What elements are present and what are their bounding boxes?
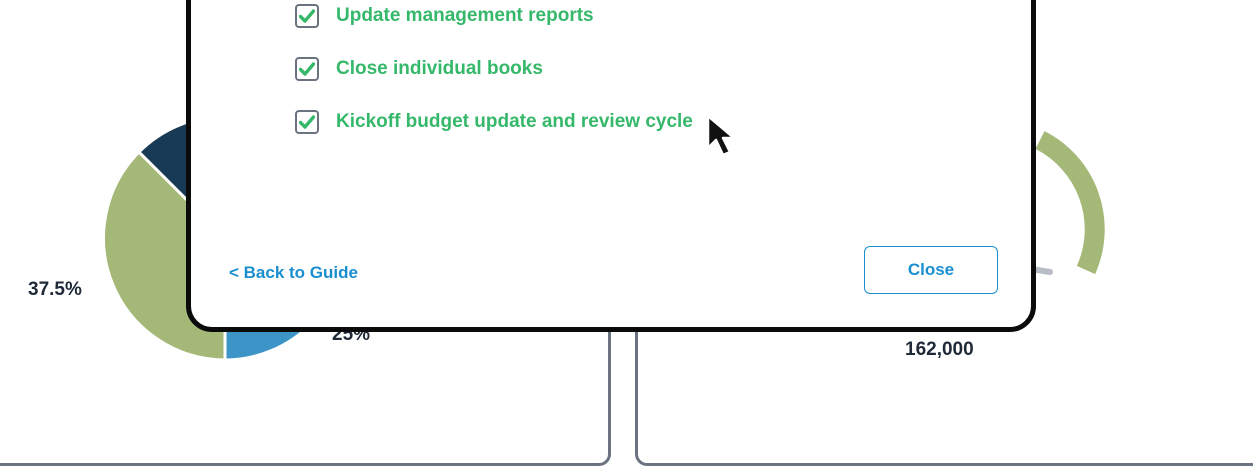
gauge-arc [1035, 131, 1105, 275]
checkmark-icon [299, 9, 315, 23]
pie-label-37-5: 37.5% [28, 279, 82, 300]
gauge-value-label: 162,000 [905, 339, 974, 360]
task-label: Kickoff budget update and review cycle [336, 111, 693, 132]
checklist-modal: Update management reports Close individu… [186, 0, 1036, 332]
task-item[interactable]: Update management reports [295, 4, 594, 28]
task-checkbox[interactable] [295, 110, 319, 134]
checkmark-icon [299, 115, 315, 129]
back-to-guide-link[interactable]: < Back to Guide [229, 263, 358, 283]
task-checkbox[interactable] [295, 4, 319, 28]
task-label: Update management reports [336, 5, 594, 26]
task-item[interactable]: Kickoff budget update and review cycle [295, 110, 693, 134]
task-checkbox[interactable] [295, 57, 319, 81]
mouse-pointer-icon [706, 114, 736, 157]
task-label: Close individual books [336, 58, 543, 79]
checkmark-icon [299, 62, 315, 76]
task-item[interactable]: Close individual books [295, 57, 543, 81]
close-button[interactable]: Close [864, 246, 998, 294]
